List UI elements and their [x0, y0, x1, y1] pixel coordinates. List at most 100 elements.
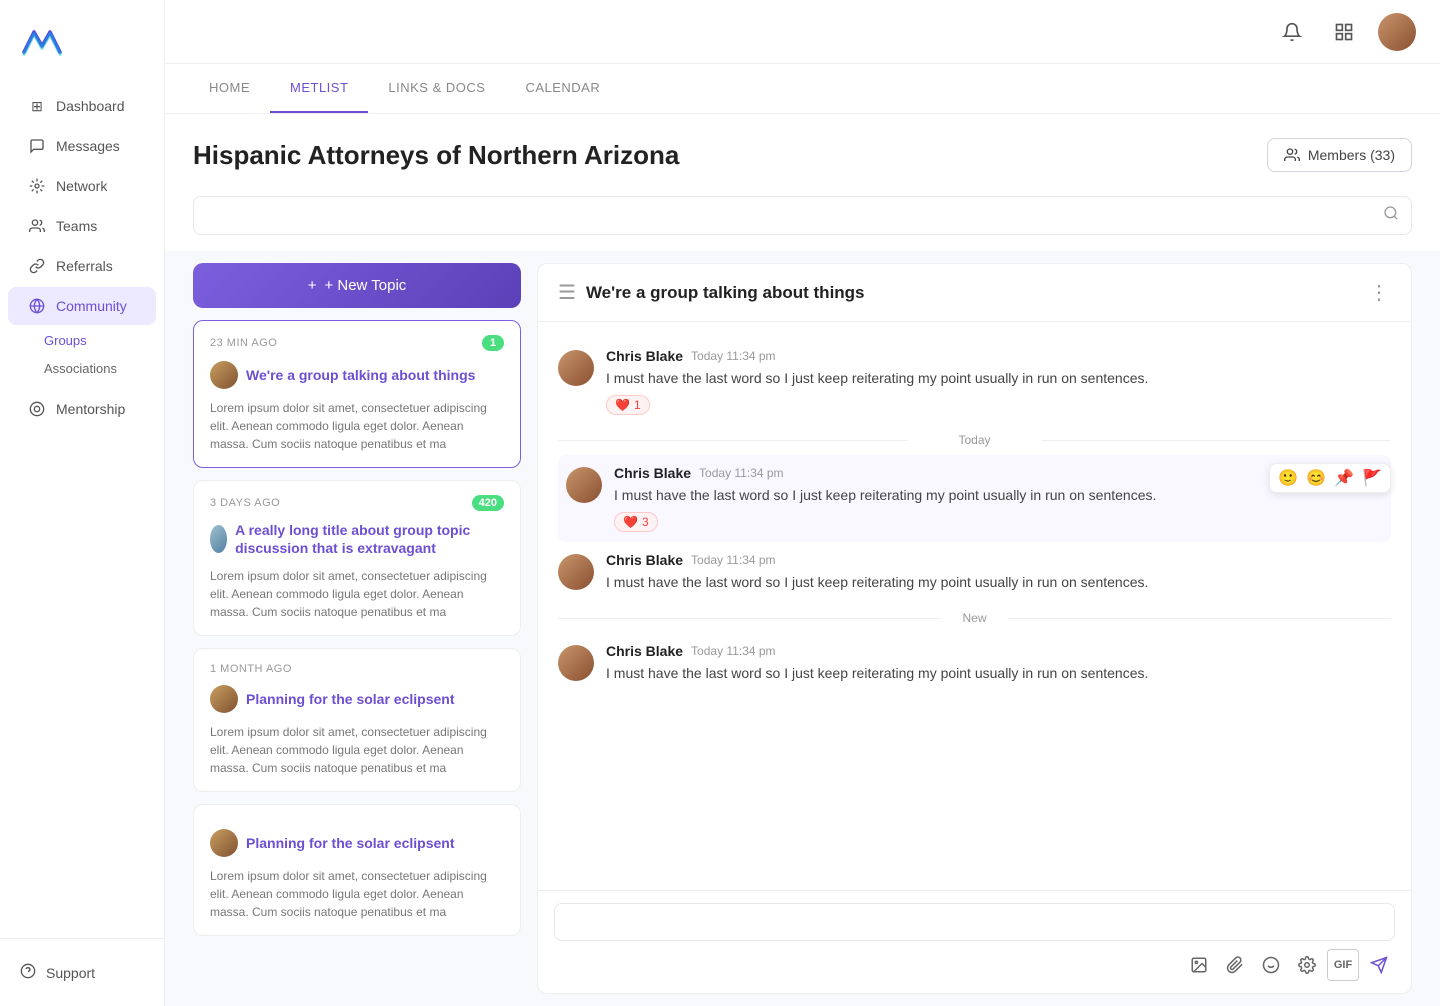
msg-reaction-2[interactable]: ❤️ 3	[614, 512, 658, 532]
user-avatar[interactable]	[1378, 13, 1416, 51]
search-container	[165, 188, 1440, 251]
send-button[interactable]	[1363, 949, 1395, 981]
topic-meta-1: 23 MIN AGO 1	[210, 335, 504, 351]
group-header: Hispanic Attorneys of Northern Arizona M…	[165, 114, 1440, 188]
msg-author-4: Chris Blake	[606, 643, 683, 659]
msg-time-1: Today 11:34 pm	[691, 349, 776, 363]
search-input[interactable]	[206, 208, 1383, 224]
tab-links-docs[interactable]: LINKS & DOCS	[368, 64, 505, 113]
topic-title-4: Planning for the solar eclipsent	[246, 834, 454, 852]
topic-card-2[interactable]: 3 DAYS AGO 420 A really long title about…	[193, 480, 521, 636]
topic-body-2: Lorem ipsum dolor sit amet, consectetuer…	[210, 567, 504, 621]
topic-card-4[interactable]: Planning for the solar eclipsent Lorem i…	[193, 804, 521, 936]
topic-time-1: 23 MIN AGO	[210, 337, 277, 349]
msg-header-3: Chris Blake Today 11:34 pm	[606, 552, 1391, 568]
msg-content-2: Chris Blake Today 11:34 pm I must have t…	[614, 465, 1383, 532]
tab-home[interactable]: HOME	[189, 64, 270, 113]
messages-icon	[28, 137, 46, 155]
emoji-react-icon[interactable]: 🙂	[1278, 468, 1298, 488]
notification-bell[interactable]	[1274, 14, 1310, 50]
msg-content-1: Chris Blake Today 11:34 pm I must have t…	[606, 348, 1391, 415]
message-item-3: Chris Blake Today 11:34 pm I must have t…	[558, 542, 1391, 603]
sidebar-item-support[interactable]: Support	[16, 955, 148, 990]
topic-card-3[interactable]: 1 MONTH AGO Planning for the solar eclip…	[193, 648, 521, 792]
topic-avatar-4	[210, 829, 238, 857]
members-button[interactable]: Members (33)	[1267, 138, 1412, 172]
community-submenu: Groups Associations	[0, 327, 164, 382]
topic-author-row-4: Planning for the solar eclipsent	[210, 829, 504, 857]
logo[interactable]	[0, 16, 164, 85]
more-options-button[interactable]: ⋮	[1369, 280, 1391, 305]
flag-icon[interactable]: 🚩	[1362, 468, 1382, 488]
image-upload-button[interactable]	[1183, 949, 1215, 981]
msg-content-4: Chris Blake Today 11:34 pm I must have t…	[606, 643, 1391, 684]
msg-time-4: Today 11:34 pm	[691, 644, 776, 658]
sidebar-item-referrals[interactable]: Referrals	[8, 247, 156, 285]
settings-button[interactable]	[1291, 949, 1323, 981]
message-item-1: Chris Blake Today 11:34 pm I must have t…	[558, 338, 1391, 425]
message-input-area: GIF	[538, 890, 1411, 993]
group-title: Hispanic Attorneys of Northern Arizona	[193, 140, 679, 171]
topic-body-1: Lorem ipsum dolor sit amet, consectetuer…	[210, 399, 504, 453]
discussion-icon: ☰	[558, 280, 576, 305]
msg-text-3: I must have the last word so I just keep…	[606, 572, 1391, 593]
message-input[interactable]	[554, 903, 1395, 941]
message-item-4: Chris Blake Today 11:34 pm I must have t…	[558, 633, 1391, 694]
mentorship-icon	[28, 400, 46, 418]
tab-calendar[interactable]: CALENDAR	[505, 64, 620, 113]
search-bar	[193, 196, 1412, 235]
topic-title-1: We're a group talking about things	[246, 366, 475, 384]
sidebar-nav: ⊞ Dashboard Messages Network Teams Ref	[0, 85, 164, 938]
referrals-icon	[28, 257, 46, 275]
discussion-title: We're a group talking about things	[586, 283, 865, 303]
msg-reaction-1[interactable]: ❤️ 1	[606, 395, 650, 415]
emoji-button[interactable]	[1255, 949, 1287, 981]
topic-avatar-3	[210, 685, 238, 713]
gif-button[interactable]: GIF	[1327, 949, 1359, 981]
message-actions-2: 🙂 😊 📌 🚩	[1269, 463, 1391, 493]
community-icon	[28, 297, 46, 315]
sidebar-item-dashboard[interactable]: ⊞ Dashboard	[8, 87, 156, 125]
topic-body-3: Lorem ipsum dolor sit amet, consectetuer…	[210, 723, 504, 777]
sidebar-item-groups[interactable]: Groups	[32, 327, 164, 354]
msg-author-3: Chris Blake	[606, 552, 683, 568]
sidebar: ⊞ Dashboard Messages Network Teams Ref	[0, 0, 165, 1006]
new-divider: New	[558, 611, 1391, 625]
topic-avatar-1	[210, 361, 238, 389]
msg-avatar-1	[558, 350, 594, 386]
plus-icon: +	[308, 277, 317, 294]
msg-text-4: I must have the last word so I just keep…	[606, 663, 1391, 684]
emoji-alt-icon[interactable]: 😊	[1306, 468, 1326, 488]
pin-icon[interactable]: 📌	[1334, 468, 1354, 488]
topic-author-row-1: We're a group talking about things	[210, 361, 504, 389]
topic-author-row-2: A really long title about group topic di…	[210, 521, 504, 557]
layout-icon[interactable]	[1326, 14, 1362, 50]
teams-icon	[28, 217, 46, 235]
topic-card-1[interactable]: 23 MIN AGO 1 We're a group talking about…	[193, 320, 521, 468]
sidebar-item-community[interactable]: Community	[8, 287, 156, 325]
topic-title-3: Planning for the solar eclipsent	[246, 690, 454, 708]
tab-metlist[interactable]: METLIST	[270, 64, 368, 113]
input-toolbar: GIF	[554, 949, 1395, 981]
sidebar-item-teams[interactable]: Teams	[8, 207, 156, 245]
sidebar-item-associations[interactable]: Associations	[32, 355, 164, 382]
msg-author-1: Chris Blake	[606, 348, 683, 364]
msg-avatar-3	[558, 554, 594, 590]
sidebar-bottom: Support	[0, 938, 164, 1006]
sidebar-item-mentorship[interactable]: Mentorship	[8, 390, 156, 428]
sidebar-item-messages[interactable]: Messages	[8, 127, 156, 165]
new-topic-button[interactable]: + + New Topic	[193, 263, 521, 308]
topic-meta-3: 1 MONTH AGO	[210, 663, 504, 675]
page-content: HOME METLIST LINKS & DOCS CALENDAR Hispa…	[165, 64, 1440, 1006]
msg-avatar-2	[566, 467, 602, 503]
network-icon	[28, 177, 46, 195]
sidebar-item-network[interactable]: Network	[8, 167, 156, 205]
file-attach-button[interactable]	[1219, 949, 1251, 981]
msg-content-3: Chris Blake Today 11:34 pm I must have t…	[606, 552, 1391, 593]
msg-time-3: Today 11:34 pm	[691, 553, 776, 567]
message-item-2: Chris Blake Today 11:34 pm I must have t…	[558, 455, 1391, 542]
topic-body-4: Lorem ipsum dolor sit amet, consectetuer…	[210, 867, 504, 921]
msg-author-2: Chris Blake	[614, 465, 691, 481]
topic-avatar-2	[210, 525, 227, 553]
topic-title-2: A really long title about group topic di…	[235, 521, 504, 557]
